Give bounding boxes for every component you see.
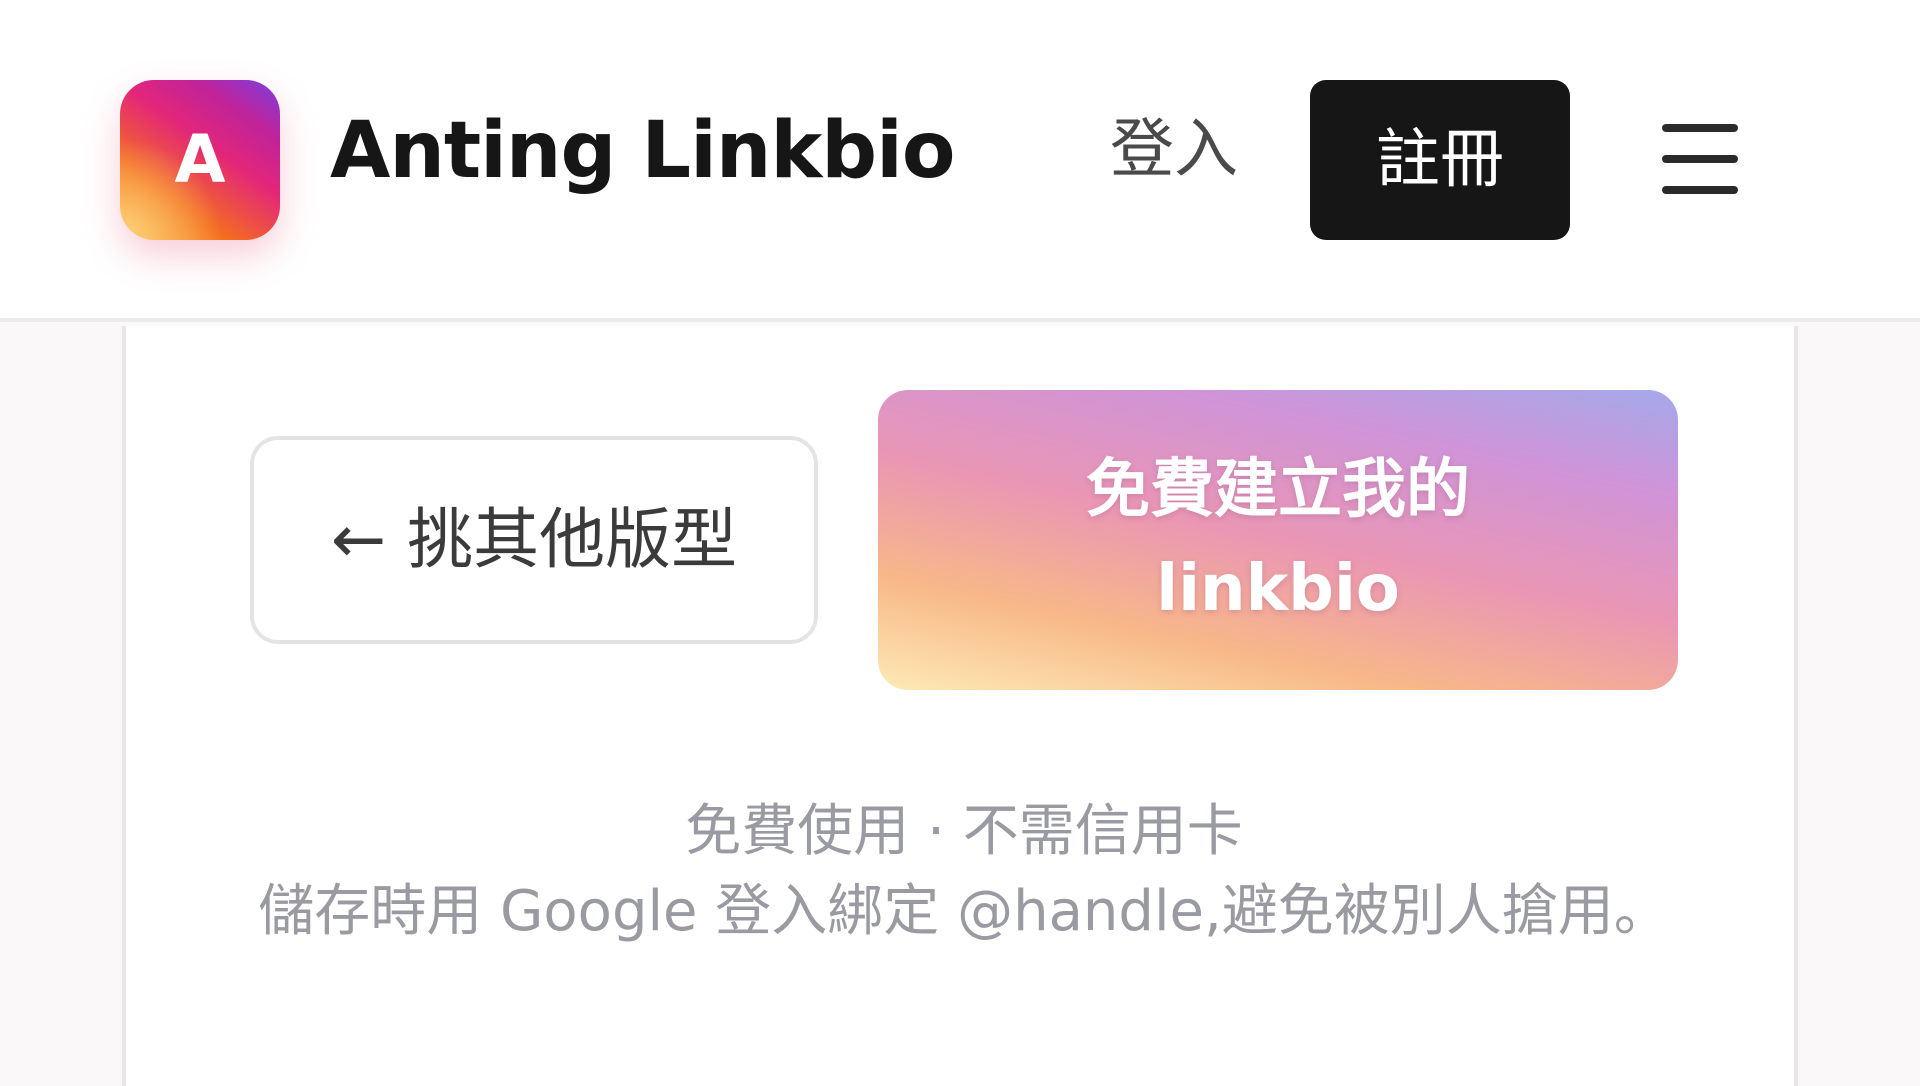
back-choose-template-button[interactable]: ← 挑其他版型 — [250, 436, 818, 644]
login-link[interactable]: 登入 — [1110, 118, 1238, 182]
menu-bar-top — [1662, 124, 1738, 132]
hamburger-menu-icon[interactable] — [1662, 124, 1738, 194]
brand-name[interactable]: Anting Linkbio — [330, 112, 955, 190]
top-header: A Anting Linkbio 登入 註冊 — [0, 0, 1920, 322]
cta-line-2: linkbio — [1156, 552, 1400, 626]
note-free-usage: 免費使用 · 不需信用卡 — [685, 799, 1243, 864]
menu-bar-middle — [1662, 155, 1738, 163]
cta-line-1: 免費建立我的 — [1086, 452, 1470, 527]
app-logo[interactable]: A — [120, 80, 280, 240]
logo-letter: A — [174, 121, 226, 198]
menu-bar-bottom — [1662, 186, 1738, 194]
info-notes: 免費使用 · 不需信用卡 儲存時用 Google 登入綁定 @handle,避免… — [206, 792, 1722, 952]
create-linkbio-button[interactable]: 免費建立我的 linkbio — [878, 390, 1678, 690]
signup-button[interactable]: 註冊 — [1310, 80, 1570, 240]
note-google-login: 儲存時用 Google 登入綁定 @handle,避免被別人搶用。 — [258, 879, 1670, 944]
content-card: ← 挑其他版型 免費建立我的 linkbio 免費使用 · 不需信用卡 儲存時用… — [122, 326, 1798, 1086]
